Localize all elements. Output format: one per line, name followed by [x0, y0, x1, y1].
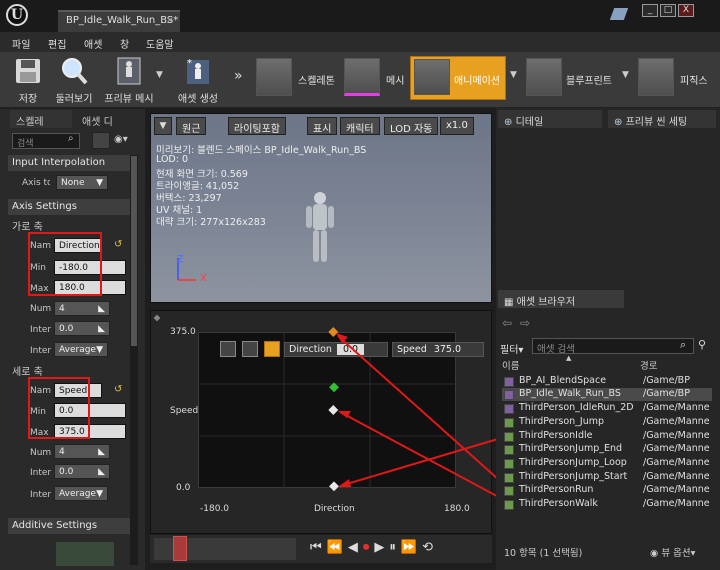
pause-icon[interactable]: ⏸ — [389, 540, 401, 555]
list-item[interactable]: ThirdPersonRun/Game/Manne — [502, 484, 712, 497]
list-item[interactable]: ThirdPerson_IdleRun_2D/Game/Manne — [502, 402, 712, 415]
playback-controls: ⏮⏪◀⏺▶⏸⏩⟲ — [310, 540, 438, 555]
timeline-scrubber[interactable] — [173, 536, 187, 561]
list-item-selected[interactable]: BP_Idle_Walk_Run_BS/Game/BP — [502, 388, 712, 401]
sample-point-preview — [329, 382, 339, 393]
preview-scene-icon: ⊕ — [614, 117, 623, 128]
search-icon: ⌕ — [680, 338, 687, 351]
asset-count-status: 10 항목 (1 선택됨) — [504, 548, 583, 559]
tab-asset-browser[interactable]: ▦ 애셋 브라우저 — [498, 290, 624, 308]
skip-start-icon[interactable]: ⏮ — [310, 540, 327, 555]
tab-preview-scene[interactable]: ⊕ 프리뷰 씬 세팅 — [608, 110, 716, 128]
list-item[interactable]: ThirdPersonJump_End/Game/Manne — [502, 443, 712, 456]
step-forward-icon[interactable]: ⏩ — [401, 540, 422, 555]
eye-icon: ◉ — [650, 548, 659, 559]
list-item[interactable]: ThirdPerson_Jump/Game/Manne — [502, 416, 712, 429]
step-back-icon[interactable]: ⏪ — [327, 540, 348, 555]
list-item[interactable]: ThirdPersonIdle/Game/Manne — [502, 430, 712, 443]
asset-search-input[interactable]: 애셋 검색 — [532, 338, 694, 355]
forward-arrow-icon[interactable]: ⇨ — [520, 316, 530, 330]
list-item[interactable]: BP_AI_BlendSpace/Game/BP — [502, 375, 712, 388]
column-name-header[interactable]: 이름 — [502, 358, 519, 372]
details-icon: ⊕ — [504, 117, 513, 128]
sample-point-walk — [328, 405, 339, 415]
annotation-arrow-idle — [339, 435, 509, 487]
filter-dropdown[interactable]: 필터▾ — [500, 341, 523, 356]
list-item[interactable]: ThirdPersonJump_Start/Game/Manne — [502, 471, 712, 484]
sample-point-idle — [329, 481, 339, 492]
view-options-button[interactable]: ◉ 뷰 옵션▾ — [650, 545, 695, 559]
list-item[interactable]: ThirdPersonJump_Loop/Game/Manne — [502, 457, 712, 470]
column-path-header[interactable]: 경로 — [640, 358, 657, 372]
pin-icon[interactable]: ⚲ — [698, 338, 706, 351]
sample-point-run — [328, 327, 339, 337]
annotation-arrow-walk — [339, 411, 509, 503]
sort-icon: ▲ — [566, 354, 572, 362]
list-item[interactable]: ThirdPersonWalk/Game/Manne — [502, 498, 712, 511]
record-icon[interactable]: ⏺ — [363, 540, 375, 555]
play-reverse-icon[interactable]: ◀ — [348, 540, 363, 555]
annotation-arrow-run — [337, 335, 509, 489]
loop-icon[interactable]: ⟲ — [422, 540, 438, 555]
tab-details[interactable]: ⊕ 디테일 — [498, 110, 602, 128]
back-arrow-icon[interactable]: ⇦ — [502, 316, 512, 330]
asset-browser-icon: ▦ — [504, 297, 514, 308]
play-icon[interactable]: ▶ — [374, 540, 389, 555]
